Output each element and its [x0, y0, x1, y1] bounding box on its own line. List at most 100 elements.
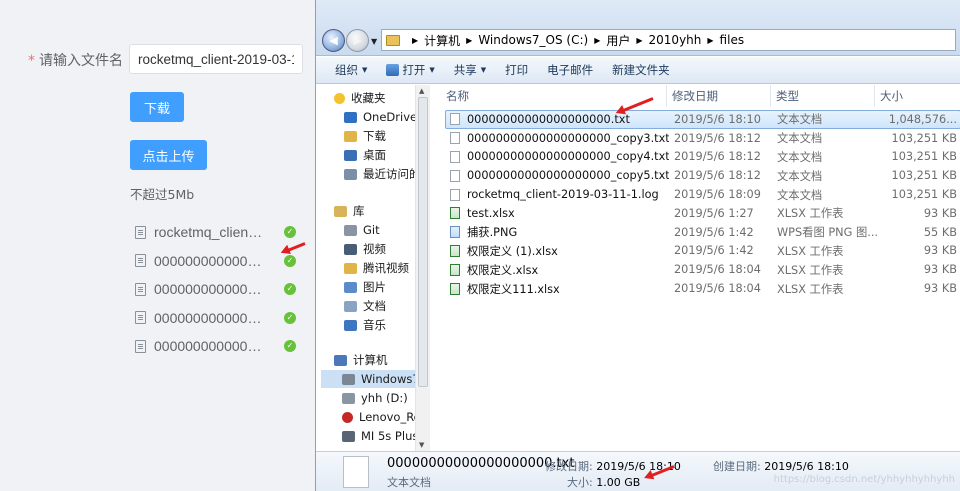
chevron-right-icon[interactable]: ▶ — [707, 36, 713, 45]
chevron-right-icon[interactable]: ▶ — [412, 36, 418, 45]
uploaded-file-item[interactable]: 00000000000000000000_copy4.txt ✓ — [130, 304, 302, 333]
document-icon — [135, 311, 146, 325]
star-icon — [334, 92, 345, 104]
scroll-up-icon[interactable]: ▲ — [419, 87, 424, 95]
nav-label: 下载 — [363, 129, 386, 143]
uploaded-file-item[interactable]: 00000000000000000000_copy3.txt ✓ — [130, 275, 302, 304]
pictures-icon — [344, 281, 357, 293]
new-folder-button[interactable]: 新建文件夹 — [612, 62, 670, 78]
file-name: 权限定义.xlsx — [467, 263, 539, 277]
breadcrumb-item[interactable]: 计算机 — [424, 32, 460, 49]
upload-size-tip: 不超过5Mb — [130, 187, 195, 202]
image-file-icon — [450, 226, 460, 239]
file-type: XLSX 工作表 — [777, 244, 844, 258]
recovery-drive-icon — [342, 411, 353, 423]
file-size: 1,048,576... — [888, 112, 957, 126]
file-row[interactable]: 00000000000000000000_copy3.txt 2019/5/6 … — [445, 129, 960, 148]
file-row[interactable]: 权限定义 (1).xlsx 2019/5/6 1:42 XLSX 工作表 93 … — [445, 242, 960, 261]
desktop-icon — [344, 149, 357, 161]
file-row[interactable]: 00000000000000000000_copy5.txt 2019/5/6 … — [445, 166, 960, 185]
address-bar[interactable]: ▶ 计算机 ▶ Windows7_OS (C:) ▶ 用户 ▶ 2010yhh … — [381, 29, 956, 51]
uploaded-file-item[interactable]: 00000000000000000000.txt ✓ — [130, 247, 302, 276]
text-file-icon — [450, 188, 460, 201]
file-type: XLSX 工作表 — [777, 207, 844, 221]
file-type: XLSX 工作表 — [777, 282, 844, 296]
nav-label: yhh (D:) — [361, 391, 408, 405]
success-check-icon: ✓ — [284, 226, 296, 238]
upload-button[interactable]: 点击上传 — [130, 140, 207, 170]
file-size: 93 KB — [923, 263, 957, 277]
nav-label: OneDrive — [363, 110, 418, 124]
details-file-kind: 文本文档 — [387, 476, 431, 489]
share-menu[interactable]: 共享 ▼ — [454, 62, 486, 78]
document-icon — [135, 339, 146, 353]
column-header-date[interactable]: 修改日期 — [667, 85, 771, 107]
success-check-icon: ✓ — [284, 340, 296, 352]
file-row[interactable]: 权限定义.xlsx 2019/5/6 18:04 XLSX 工作表 93 KB — [445, 260, 960, 279]
text-file-icon — [450, 113, 460, 126]
file-type: XLSX 工作表 — [777, 263, 844, 277]
print-button[interactable]: 打印 — [505, 62, 528, 78]
file-row[interactable]: 捕获.PNG 2019/5/6 1:42 WPS看图 PNG 图... 55 K… — [445, 223, 960, 242]
filename-input[interactable] — [129, 44, 303, 74]
details-pane: 00000000000000000000.txt 文本文档 修改日期: 2019… — [316, 451, 960, 491]
details-size: 大小: 1.00 GB — [567, 474, 640, 490]
chevron-right-icon[interactable]: ▶ — [594, 36, 600, 45]
file-row[interactable]: test.xlsx 2019/5/6 1:27 XLSX 工作表 93 KB — [445, 204, 960, 223]
excel-file-icon — [450, 244, 460, 257]
scrollbar-thumb[interactable] — [418, 97, 428, 387]
recent-places-icon — [344, 168, 357, 180]
document-icon — [135, 282, 146, 296]
file-date: 2019/5/6 1:42 — [674, 244, 754, 258]
details-size-label: 大小: — [567, 476, 593, 489]
uploaded-file-list: rocketmq_client-2019-03-11-1.log ✓ 00000… — [130, 218, 302, 361]
back-button[interactable]: ◀ — [322, 29, 345, 52]
column-header-size[interactable]: 大小 — [875, 85, 960, 107]
file-type: 文本文档 — [777, 132, 823, 146]
details-created-label: 创建日期: — [713, 460, 761, 473]
breadcrumb-item[interactable]: 用户 — [606, 32, 630, 49]
download-button[interactable]: 下载 — [130, 92, 184, 122]
library-folder-icon — [344, 224, 357, 236]
forward-button[interactable]: ▶ — [346, 29, 369, 52]
file-row[interactable]: 00000000000000000000.txt 2019/5/6 18:10 … — [445, 110, 960, 129]
file-name: 权限定义111.xlsx — [467, 282, 560, 296]
file-name: 00000000000000000000_copy4.txt — [467, 150, 669, 164]
open-icon — [386, 64, 400, 76]
navigation-scrollbar[interactable]: ▲ ▼ — [415, 85, 430, 451]
breadcrumb-item[interactable]: 2010yhh — [649, 33, 702, 47]
uploaded-file-item[interactable]: 00000000000000000000_copy5.txt ✓ — [130, 332, 302, 361]
nav-label: 音乐 — [363, 318, 386, 332]
open-menu[interactable]: 打开 ▼ — [386, 62, 435, 78]
nav-label: 文档 — [363, 299, 386, 313]
chevron-right-icon[interactable]: ▶ — [636, 36, 642, 45]
success-check-icon: ✓ — [284, 283, 296, 295]
nav-item-drive-c[interactable]: Windows7_OS — [321, 370, 415, 388]
uploaded-file-item[interactable]: rocketmq_client-2019-03-11-1.log ✓ — [130, 218, 302, 247]
excel-file-icon — [450, 263, 460, 276]
breadcrumb-item[interactable]: files — [720, 33, 745, 47]
file-date: 2019/5/6 18:12 — [674, 150, 761, 164]
document-icon — [135, 225, 146, 239]
details-created-value: 2019/5/6 18:10 — [764, 460, 849, 473]
file-size: 93 KB — [923, 244, 957, 258]
text-file-icon — [450, 169, 460, 182]
file-row[interactable]: rocketmq_client-2019-03-11-1.log 2019/5/… — [445, 185, 960, 204]
uploaded-file-name: 00000000000000000000_copy3.txt — [154, 281, 266, 298]
text-file-large-icon — [343, 456, 369, 488]
folder-icon — [344, 262, 357, 274]
file-type: WPS看图 PNG 图... — [777, 226, 879, 240]
breadcrumb-item[interactable]: Windows7_OS (C:) — [478, 33, 588, 47]
scroll-down-icon[interactable]: ▼ — [419, 441, 424, 449]
file-type: 文本文档 — [777, 188, 823, 202]
nav-label: 桌面 — [363, 148, 386, 162]
history-dropdown-icon[interactable]: ▼ — [371, 37, 377, 46]
column-header-type[interactable]: 类型 — [771, 85, 875, 107]
email-button[interactable]: 电子邮件 — [547, 62, 593, 78]
file-row[interactable]: 00000000000000000000_copy4.txt 2019/5/6 … — [445, 148, 960, 167]
file-explorer-window: ◀ ▶ ▼ ▶ 计算机 ▶ Windows7_OS (C:) ▶ 用户 ▶ 20… — [315, 0, 960, 491]
organize-menu[interactable]: 组织 ▼ — [335, 62, 367, 78]
file-row[interactable]: 权限定义111.xlsx 2019/5/6 18:04 XLSX 工作表 93 … — [445, 279, 960, 298]
chevron-right-icon[interactable]: ▶ — [466, 36, 472, 45]
chevron-down-icon: ▼ — [480, 66, 487, 74]
